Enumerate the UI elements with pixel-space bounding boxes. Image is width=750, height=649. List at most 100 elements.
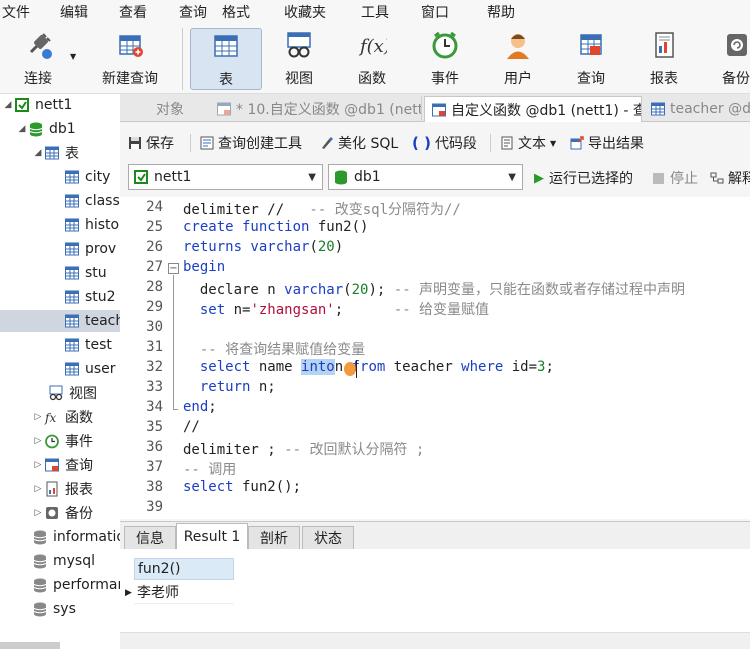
backup-icon (46, 507, 58, 519)
expand-arrow-icon[interactable]: ▷ (32, 412, 44, 422)
connect-dropdown-icon[interactable]: ▼ (70, 52, 76, 61)
code-line[interactable]: 32 select name inton from teacher where … (120, 359, 750, 379)
collapse-arrow-icon[interactable]: ◢ (32, 148, 44, 158)
dropdown-arrow-icon[interactable]: ▼ (550, 139, 556, 148)
column-header[interactable]: fun2() (134, 558, 234, 580)
menu-bar: 文件 编辑 查看 查询 格式 收藏夹 工具 窗口 帮助 (0, 0, 750, 22)
tab-bar: 对象 * 10.自定义函数 @db1 (nett1) 自定义函数 @db1 (n… (120, 94, 750, 122)
menu-file[interactable]: 文件 (2, 2, 30, 22)
save-button[interactable]: 保存 (128, 133, 174, 153)
tab-profile[interactable]: 剖析 (248, 526, 300, 550)
code-line[interactable]: 26 returns varchar(20) (120, 239, 750, 259)
tab-teacher[interactable]: teacher @db1 (644, 96, 750, 122)
tree-table-city[interactable]: city (64, 166, 120, 188)
connection-select[interactable]: nett1 ▼ (128, 164, 323, 190)
report-button[interactable]: 报表 (628, 28, 700, 90)
explain-button[interactable]: 解释 (710, 168, 750, 188)
table-button[interactable]: 表 (190, 28, 262, 90)
collapse-arrow-icon[interactable]: ◢ (2, 100, 14, 110)
query-button[interactable]: 查询 (555, 28, 627, 90)
tree-reports[interactable]: ▷ 报表 (32, 478, 93, 500)
tree-connection[interactable]: ◢ nett1 (2, 94, 73, 116)
object-tree[interactable]: ◢ nett1 ◢ db1 ◢ 表 city class history pro… (0, 94, 120, 649)
code-line[interactable]: 37 -- 调用 (120, 459, 750, 479)
fold-toggle-icon[interactable]: − (168, 263, 179, 274)
sidebar-scrollbar[interactable] (0, 642, 60, 649)
tree-backups[interactable]: ▷ 备份 (32, 502, 93, 524)
export-results-button[interactable]: 导出结果 (570, 133, 644, 153)
code-line[interactable]: 38 select fun2(); (120, 479, 750, 499)
table-icon (65, 362, 79, 376)
tab-function-query[interactable]: 自定义函数 @db1 (nett1) - 查询 (424, 96, 642, 122)
menu-query[interactable]: 查询 (179, 2, 207, 22)
run-selected-button[interactable]: ▶ 运行已选择的 (534, 168, 633, 188)
tree-db-information-schema[interactable]: information_schema (32, 526, 120, 548)
tree-table-class[interactable]: class (64, 190, 120, 212)
tree-db-mysql[interactable]: mysql (32, 550, 95, 572)
new-query-button[interactable]: 新建查询 (82, 28, 178, 90)
dropdown-arrow-icon: ▼ (508, 172, 516, 183)
tree-queries[interactable]: ▷ 查询 (32, 454, 93, 476)
query-icon (45, 458, 59, 472)
code-line[interactable]: 34 end; (120, 399, 750, 419)
tree-tables-folder[interactable]: ◢ 表 (32, 142, 79, 164)
tab-status[interactable]: 状态 (302, 526, 354, 550)
user-button[interactable]: 用户 (482, 28, 554, 90)
code-line[interactable]: 25 create function fun2() (120, 219, 750, 239)
table-row[interactable]: 李老师 (134, 582, 234, 604)
tab-result-1[interactable]: Result 1 (176, 523, 248, 550)
code-line[interactable]: 33 return n; (120, 379, 750, 399)
tree-table-teacher[interactable]: teacher (0, 310, 120, 332)
backup-button[interactable]: 备份 (700, 28, 750, 90)
play-icon: ▶ (534, 170, 544, 186)
expand-arrow-icon[interactable]: ▷ (32, 508, 44, 518)
code-line[interactable]: 39 (120, 499, 750, 519)
expand-arrow-icon[interactable]: ▷ (32, 436, 44, 446)
code-line[interactable]: 36 delimiter ; -- 改回默认分隔符 ; (120, 439, 750, 459)
tree-events[interactable]: ▷ 事件 (32, 430, 93, 452)
tab-info[interactable]: 信息 (124, 526, 176, 550)
database-select[interactable]: db1 ▼ (328, 164, 523, 190)
tree-table-stu[interactable]: stu (64, 262, 120, 284)
code-snippet-button[interactable]: ( ) 代码段 (412, 133, 477, 153)
tree-table-test[interactable]: test (64, 334, 120, 356)
function-button[interactable]: f(x) 函数 (336, 28, 408, 90)
sql-editor[interactable]: 24 delimiter // -- 改变sql分隔符为// 25 create fu… (120, 197, 750, 519)
collapse-arrow-icon[interactable]: ◢ (16, 124, 28, 134)
menu-edit[interactable]: 编辑 (60, 2, 88, 22)
event-button[interactable]: 事件 (409, 28, 481, 90)
view-button[interactable]: 视图 (263, 28, 335, 90)
code-line[interactable]: 29 set n='zhangsan'; -- 给变量赋值 (120, 299, 750, 319)
expand-arrow-icon[interactable]: ▷ (32, 460, 44, 470)
stop-button[interactable]: 停止 (653, 168, 698, 188)
tree-db-performance-schema[interactable]: performance_schema (32, 574, 120, 596)
code-line[interactable]: 27 begin − (120, 259, 750, 279)
menu-tools[interactable]: 工具 (361, 2, 389, 22)
code-line[interactable]: 28 declare n varchar(20); -- 声明变量，只能在函数或… (120, 279, 750, 299)
tree-table-stu2[interactable]: stu2 (64, 286, 120, 308)
beautify-sql-button[interactable]: 美化 SQL (320, 133, 398, 153)
tree-table-prov[interactable]: prov (64, 238, 120, 260)
text-mode-button[interactable]: 文本 ▼ (500, 133, 556, 153)
menu-window[interactable]: 窗口 (421, 2, 449, 22)
code-line[interactable]: 31 -- 将查询结果赋值给变量 (120, 339, 750, 359)
code-line[interactable]: 30 (120, 319, 750, 339)
code-text: create function fun2() (183, 219, 369, 235)
query-builder-button[interactable]: 查询创建工具 (200, 133, 302, 153)
tree-db-sys[interactable]: sys (32, 598, 76, 620)
tree-table-user[interactable]: user (64, 358, 120, 380)
tree-database[interactable]: ◢ db1 (16, 118, 76, 140)
code-line[interactable]: 35 // (120, 419, 750, 439)
tree-functions[interactable]: ▷ fx 函数 (32, 406, 93, 428)
tree-table-history[interactable]: history (64, 214, 120, 236)
menu-favorites[interactable]: 收藏夹 (284, 2, 326, 22)
code-line[interactable]: 24 delimiter // -- 改变sql分隔符为// (120, 199, 750, 219)
expand-arrow-icon[interactable]: ▷ (32, 484, 44, 494)
tree-views[interactable]: 视图 (48, 382, 97, 404)
connect-button[interactable]: 连接 (2, 28, 74, 90)
menu-format[interactable]: 格式 (222, 2, 250, 22)
tab-objects[interactable]: 对象 (134, 96, 206, 122)
menu-view[interactable]: 查看 (119, 2, 147, 22)
tab-function-file[interactable]: * 10.自定义函数 @db1 (nett1) (210, 96, 422, 122)
menu-help[interactable]: 帮助 (487, 2, 515, 22)
